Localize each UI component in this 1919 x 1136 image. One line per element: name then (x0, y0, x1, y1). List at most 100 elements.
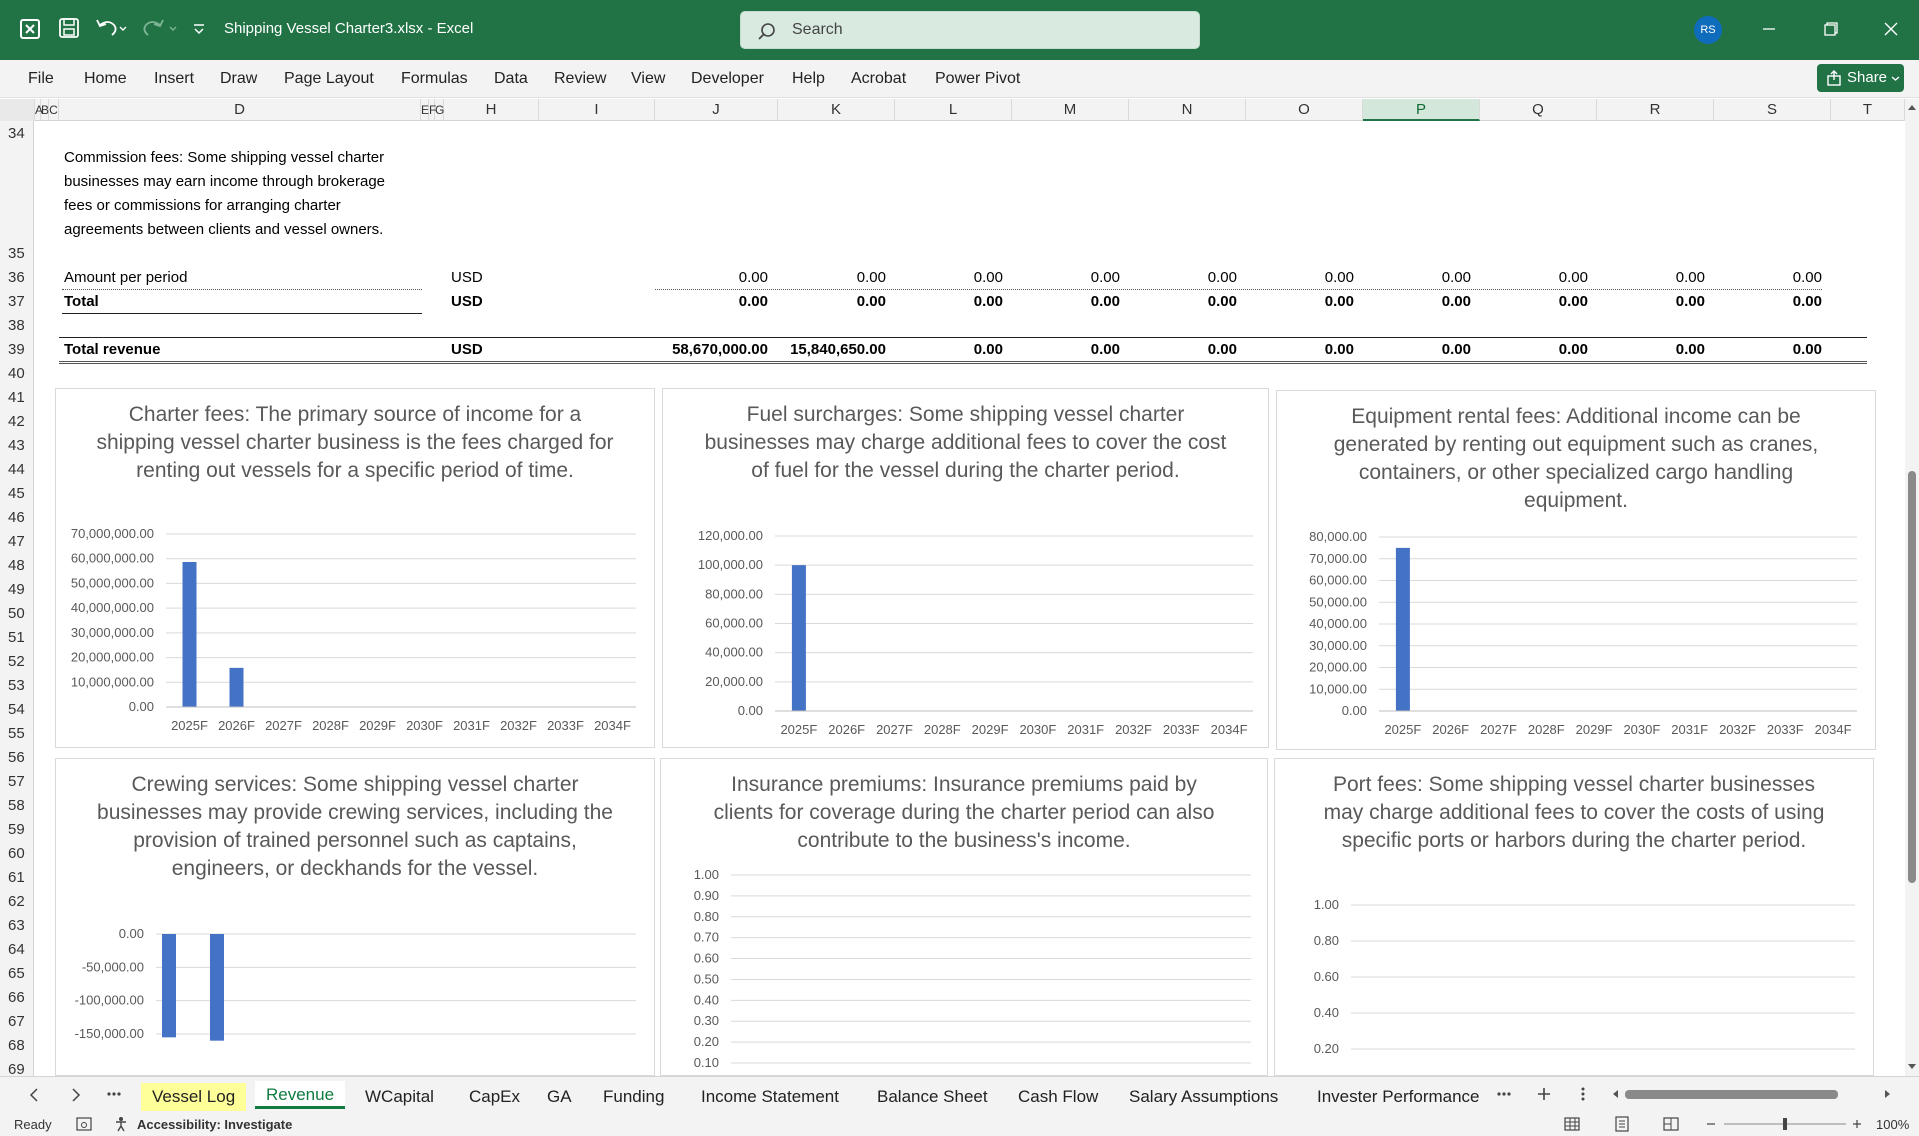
amount-value[interactable]: 0.00 (1244, 269, 1354, 286)
share-button[interactable]: Share (1817, 64, 1904, 92)
column-header-t[interactable]: T (1831, 99, 1905, 121)
horizontal-scroll-thumb[interactable] (1625, 1090, 1838, 1099)
avatar[interactable]: RS (1694, 16, 1722, 44)
row-header[interactable]: 48 (0, 557, 34, 574)
total-revenue-value[interactable]: 0.00 (1712, 341, 1822, 358)
row-header[interactable]: 45 (0, 485, 34, 502)
scroll-left-icon[interactable] (1611, 1089, 1619, 1099)
column-header-s[interactable]: S (1714, 99, 1831, 121)
sheet-tab-vessel-log[interactable]: Vessel Log (141, 1083, 247, 1111)
tab-help[interactable]: Help (792, 70, 825, 88)
row-header[interactable]: 53 (0, 677, 34, 694)
tab-acrobat[interactable]: Acrobat (851, 70, 906, 88)
row-header[interactable]: 44 (0, 461, 34, 478)
column-header-d[interactable]: D (59, 99, 421, 121)
column-header-e[interactable]: E (421, 99, 429, 121)
total-revenue-value[interactable]: 58,670,000.00 (648, 341, 768, 358)
total-value[interactable]: 0.00 (1478, 293, 1588, 310)
total-value[interactable]: 0.00 (1361, 293, 1471, 310)
search-box[interactable]: Search (740, 11, 1200, 49)
row-header[interactable]: 42 (0, 413, 34, 430)
column-header-o[interactable]: O (1246, 99, 1363, 121)
commission-text-line[interactable]: Commission fees: Some shipping vessel ch… (64, 149, 384, 166)
prev-sheet-icon[interactable] (28, 1087, 40, 1103)
amount-value[interactable]: 0.00 (1127, 269, 1237, 286)
chart-insurance-premiums[interactable]: Insurance premiums: Insurance premiums p… (660, 758, 1268, 1076)
row-header[interactable]: 55 (0, 725, 34, 742)
column-header-n[interactable]: N (1129, 99, 1246, 121)
row-header[interactable]: 52 (0, 653, 34, 670)
page-layout-view-icon[interactable] (1614, 1116, 1630, 1132)
more-tabs-icon[interactable] (1496, 1091, 1512, 1097)
accessibility-status[interactable]: Accessibility: Investigate (137, 1117, 292, 1132)
row-header[interactable]: 65 (0, 965, 34, 982)
close-icon[interactable] (1876, 14, 1906, 44)
tab-review[interactable]: Review (554, 70, 606, 88)
more-sheets-icon[interactable] (106, 1091, 122, 1097)
tab-power-pivot[interactable]: Power Pivot (935, 70, 1020, 88)
row-header[interactable]: 54 (0, 701, 34, 718)
row-header[interactable]: 34 (0, 125, 34, 142)
column-header-p[interactable]: P (1363, 99, 1480, 121)
zoom-slider[interactable] (1704, 1116, 1864, 1132)
column-header-i[interactable]: I (539, 99, 655, 121)
amount-value[interactable]: 0.00 (658, 269, 768, 286)
row-header[interactable]: 63 (0, 917, 34, 934)
chart-fuel-surcharges[interactable]: Fuel surcharges: Some shipping vessel ch… (662, 388, 1269, 748)
column-header-m[interactable]: M (1012, 99, 1129, 121)
column-header-g[interactable]: G (435, 99, 444, 121)
zoom-level[interactable]: 100% (1876, 1117, 1909, 1132)
tab-developer[interactable]: Developer (691, 70, 764, 88)
chart-port-fees[interactable]: Port fees: Some shipping vessel charter … (1274, 758, 1874, 1076)
macro-record-icon[interactable] (76, 1117, 92, 1131)
row-header[interactable]: 56 (0, 749, 34, 766)
amount-per-period-unit[interactable]: USD (451, 269, 483, 286)
total-revenue-value[interactable]: 0.00 (1595, 341, 1705, 358)
total-revenue-value[interactable]: 0.00 (1361, 341, 1471, 358)
horizontal-scrollbar[interactable] (1611, 1085, 1890, 1103)
column-header-h[interactable]: H (444, 99, 539, 121)
total-revenue-value[interactable]: 0.00 (1244, 341, 1354, 358)
amount-value[interactable]: 0.00 (1595, 269, 1705, 286)
sheet-tab-income-statement[interactable]: Income Statement (690, 1083, 850, 1111)
row-header[interactable]: 66 (0, 989, 34, 1006)
commission-text-line[interactable]: fees or commissions for arranging charte… (64, 197, 341, 214)
row-header[interactable]: 69 (0, 1061, 34, 1076)
total-revenue-value[interactable]: 0.00 (1478, 341, 1588, 358)
save-icon[interactable] (58, 17, 80, 39)
row-header[interactable]: 43 (0, 437, 34, 454)
row-header[interactable]: 35 (0, 245, 34, 262)
amount-value[interactable]: 0.00 (1361, 269, 1471, 286)
add-sheet-icon[interactable] (1536, 1086, 1552, 1102)
redo-icon[interactable] (140, 17, 180, 39)
row-header[interactable]: 47 (0, 533, 34, 550)
amount-per-period-label[interactable]: Amount per period (64, 269, 187, 286)
minimize-icon[interactable] (1754, 14, 1784, 44)
sheet-tab-ga[interactable]: GA (536, 1083, 583, 1111)
total-revenue-value[interactable]: 0.00 (1127, 341, 1237, 358)
total-label[interactable]: Total (64, 293, 99, 310)
row-header[interactable]: 60 (0, 845, 34, 862)
sheet-tab-capex[interactable]: CapEx (458, 1083, 531, 1111)
row-header[interactable]: 61 (0, 869, 34, 886)
vertical-scroll-thumb[interactable] (1908, 471, 1916, 883)
row-header[interactable]: 51 (0, 629, 34, 646)
tab-data[interactable]: Data (494, 70, 528, 88)
tab-view[interactable]: View (631, 70, 665, 88)
total-value[interactable]: 0.00 (1127, 293, 1237, 310)
commission-text-line[interactable]: businesses may earn income through broke… (64, 173, 385, 190)
sheet-tab-funding[interactable]: Funding (592, 1083, 675, 1111)
total-value[interactable]: 0.00 (658, 293, 768, 310)
tab-file[interactable]: File (28, 70, 54, 88)
chart-charter-fees[interactable]: Charter fees: The primary source of inco… (55, 388, 655, 748)
customize-toolbar-icon[interactable] (192, 22, 206, 36)
tab-home[interactable]: Home (84, 70, 127, 88)
total-unit[interactable]: USD (451, 293, 483, 310)
total-value[interactable]: 0.00 (1010, 293, 1120, 310)
total-revenue-value[interactable]: 15,840,650.00 (776, 341, 886, 358)
amount-value[interactable]: 0.00 (776, 269, 886, 286)
sheet-tab-invester-performance[interactable]: Invester Performance (1306, 1083, 1491, 1111)
amount-value[interactable]: 0.00 (893, 269, 1003, 286)
total-value[interactable]: 0.00 (1712, 293, 1822, 310)
select-all-corner[interactable] (0, 99, 35, 121)
